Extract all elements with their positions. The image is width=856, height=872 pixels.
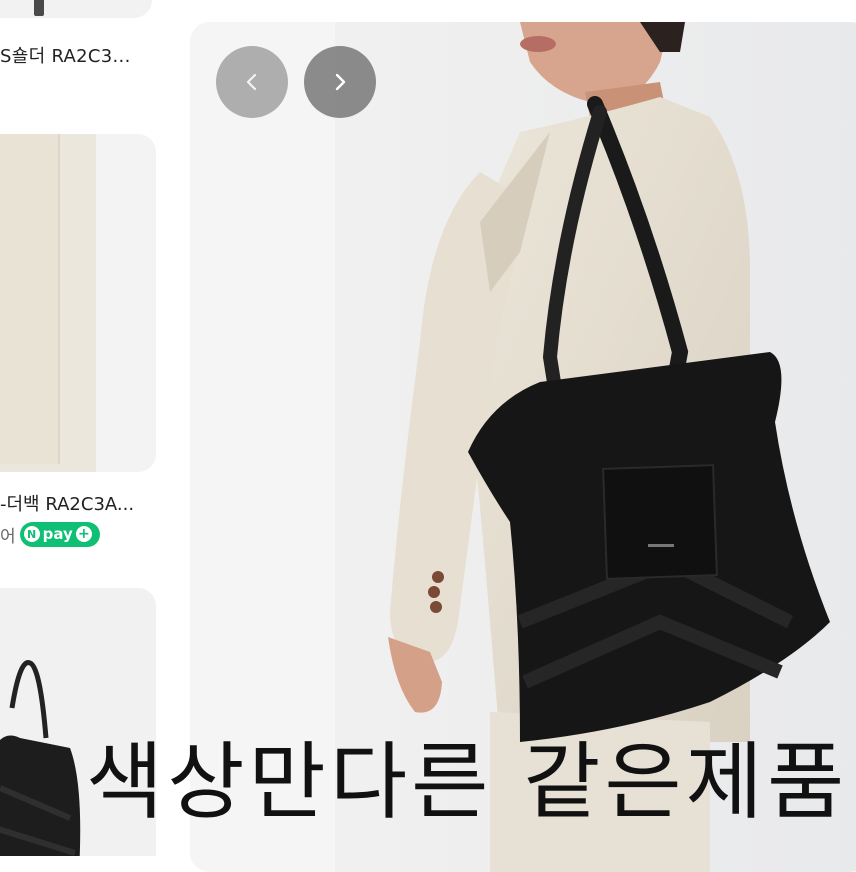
next-image-button[interactable] — [304, 46, 376, 118]
bag-strap-image — [34, 0, 44, 16]
previous-image-button[interactable] — [216, 46, 288, 118]
chevron-left-icon — [246, 73, 257, 91]
product-photo-leg — [0, 134, 60, 464]
seller-row: 어 N pay + — [0, 522, 100, 547]
product-title[interactable]: S숄더 RA2C3... — [0, 42, 131, 68]
product-thumbnail[interactable] — [0, 0, 152, 18]
overlay-caption: 색상만다른 같은제품 — [86, 733, 849, 831]
product-title[interactable]: -더백 RA2C3A... — [0, 490, 134, 516]
npay-plus-badge: N pay + — [19, 522, 100, 547]
product-thumbnail[interactable] — [0, 134, 156, 472]
seller-name: 어 — [0, 527, 16, 547]
npay-label: pay — [42, 525, 73, 543]
chevron-right-icon — [335, 73, 346, 91]
product-list: S숄더 RA2C3... -더백 RA2C3A... 어 N pay + — [0, 0, 172, 856]
naver-n-icon: N — [23, 526, 40, 542]
plus-icon: + — [75, 526, 92, 542]
